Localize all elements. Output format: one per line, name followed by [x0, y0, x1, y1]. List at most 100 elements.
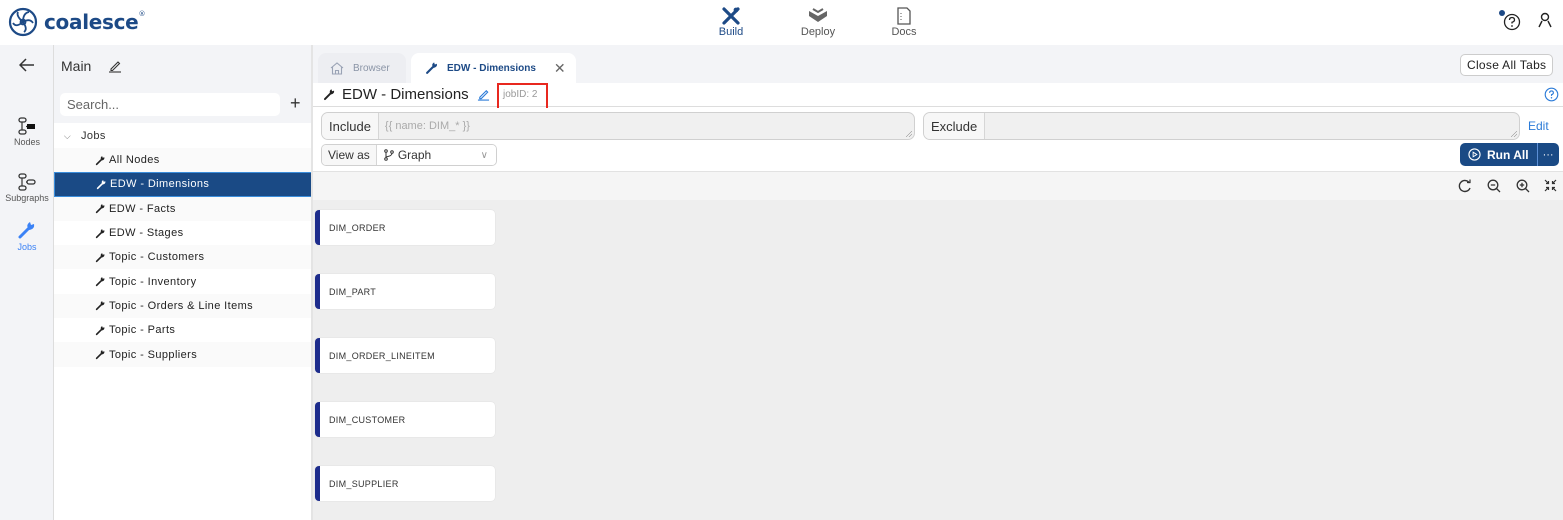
wrench-icon — [95, 252, 105, 263]
help-button[interactable] — [1499, 10, 1522, 32]
tree-group-label: Jobs — [81, 130, 106, 142]
docs-icon — [897, 7, 911, 25]
fit-view-icon[interactable] — [1544, 179, 1557, 192]
tree-item-label: EDW - Stages — [109, 227, 184, 240]
wrench-icon-wrap — [95, 203, 106, 214]
branch-name: Main — [61, 58, 92, 74]
edit-title-button[interactable] — [477, 88, 490, 101]
graph-branch-icon — [384, 149, 394, 161]
rail-item-subgraphs[interactable]: Subgraphs — [0, 173, 54, 203]
exclude-field[interactable]: Exclude — [923, 112, 1520, 140]
tools-icon — [722, 7, 740, 25]
tree-item[interactable]: EDW - Facts — [54, 196, 313, 221]
nav-docs[interactable]: Docs — [874, 6, 934, 38]
left-rail: Nodes Subgraphs Jobs — [0, 45, 54, 520]
wrench-icon-wrap — [96, 179, 107, 190]
view-as-select[interactable]: View as Graph ∨ — [321, 144, 497, 166]
wrench-icon — [95, 204, 105, 214]
edit-link[interactable]: Edit — [1528, 119, 1549, 133]
wrench-icon — [95, 301, 105, 311]
tree-item-label: All Nodes — [109, 154, 160, 167]
wrench-icon-wrap — [95, 349, 106, 360]
zoom-in-icon[interactable] — [1516, 179, 1530, 193]
help-icon[interactable] — [1544, 87, 1559, 102]
tree-item[interactable]: Topic - Orders & Line Items — [54, 293, 313, 319]
nav-deploy[interactable]: Deploy — [788, 6, 848, 38]
tree-item-label: Topic - Suppliers — [109, 348, 198, 361]
tree-item[interactable]: Topic - Customers — [54, 245, 313, 270]
add-job-button[interactable]: + — [290, 93, 301, 114]
logo[interactable]: coalesce® — [8, 7, 145, 37]
run-all-button-group: Run All ··· — [1460, 143, 1559, 166]
tree-item[interactable]: Topic - Suppliers — [54, 342, 313, 367]
wrench-icon-wrap — [95, 300, 106, 311]
view-as-dropdown[interactable]: Graph ∨ — [376, 145, 496, 165]
wrench-icon-wrap — [95, 155, 106, 166]
filter-panel: Include {{ name: DIM_* }} Exclude Edit V… — [313, 108, 1563, 170]
edit-pencil-icon[interactable] — [108, 59, 122, 73]
main-area: Browser EDW - Dimensions ✕ Close All Tab… — [313, 45, 1563, 520]
exclude-input[interactable] — [985, 113, 1519, 139]
refresh-icon[interactable] — [1458, 179, 1472, 193]
tree-item-label: Topic - Inventory — [109, 275, 197, 288]
wrench-icon — [95, 155, 105, 165]
wrench-icon — [95, 325, 105, 335]
tab-browser[interactable]: Browser — [318, 53, 406, 83]
tree-item[interactable]: EDW - Dimensions — [54, 172, 313, 197]
view-as-label: View as — [322, 145, 377, 165]
tab-browser-label: Browser — [353, 62, 390, 74]
graph-canvas[interactable]: DIM_ORDER DIM_PART DIM_ORDER_LINEITEM DIM_C… — [313, 200, 1563, 520]
wrench-icon-wrap — [95, 228, 106, 239]
panel-header: Main — [54, 45, 313, 88]
tree-group-jobs[interactable]: ⌵ Jobs — [54, 124, 313, 148]
nav-deploy-label: Deploy — [800, 26, 836, 38]
tree-item[interactable]: All Nodes — [54, 148, 313, 173]
top-nav: coalesce® Build Deploy Docs — [0, 0, 1563, 45]
wrench-icon — [95, 228, 105, 238]
nav-build[interactable]: Build — [701, 6, 761, 38]
graph-node[interactable]: DIM_ORDER — [315, 210, 495, 245]
run-all-label: Run All — [1487, 147, 1529, 162]
run-options-button[interactable]: ··· — [1536, 143, 1559, 166]
help-icon — [1503, 13, 1521, 31]
search-row: + — [54, 88, 313, 123]
wrench-icon-wrap — [95, 325, 106, 336]
graph-node[interactable]: DIM_PART — [315, 274, 495, 309]
play-circle-icon — [1468, 148, 1481, 161]
rail-item-jobs[interactable]: Jobs — [0, 220, 54, 252]
graph-node[interactable]: DIM_SUPPLIER — [315, 466, 495, 501]
resize-handle-icon[interactable] — [906, 131, 912, 137]
user-icon[interactable] — [1538, 12, 1552, 28]
page-title-text: EDW - Dimensions — [342, 86, 469, 103]
tab-bar: Browser EDW - Dimensions ✕ Close All Tab… — [313, 45, 1563, 83]
wrench-icon — [96, 180, 106, 190]
rail-item-nodes[interactable]: Nodes — [0, 117, 54, 147]
tree-item[interactable]: EDW - Stages — [54, 221, 313, 245]
include-field[interactable]: Include {{ name: DIM_* }} — [321, 112, 915, 140]
exclude-label: Exclude — [924, 113, 986, 139]
back-arrow-icon[interactable] — [19, 58, 35, 72]
run-all-button[interactable]: Run All — [1460, 143, 1537, 166]
wrench-icon — [323, 89, 335, 101]
highlight-box — [497, 83, 548, 110]
include-input[interactable]: {{ name: DIM_* }} — [379, 113, 914, 139]
resize-handle-icon[interactable] — [1511, 131, 1517, 137]
coalesce-logo-icon — [8, 7, 38, 37]
chevron-down-icon[interactable]: ⌵ — [54, 131, 81, 142]
wrench-icon-wrap — [95, 276, 106, 287]
close-tab-icon[interactable]: ✕ — [554, 60, 566, 77]
graph-node[interactable]: DIM_ORDER_LINEITEM — [315, 338, 495, 373]
graph-node[interactable]: DIM_CUSTOMER — [315, 402, 495, 437]
tree-item-label: EDW - Dimensions — [110, 178, 210, 191]
nav-docs-label: Docs — [891, 26, 917, 38]
jobs-panel: Main + ⌵ Jobs All Nodes EDW - Dimensions E… — [54, 45, 313, 520]
zoom-out-icon[interactable] — [1487, 179, 1501, 193]
tree-item[interactable]: Topic - Inventory — [54, 269, 313, 293]
wrench-icon — [95, 277, 105, 287]
close-all-tabs-button[interactable]: Close All Tabs — [1460, 54, 1554, 76]
search-input[interactable] — [60, 93, 280, 116]
subgraphs-icon — [18, 173, 36, 191]
tree-item[interactable]: Topic - Parts — [54, 318, 313, 342]
wrench-icon — [18, 222, 35, 239]
tab-edw-dimensions[interactable]: EDW - Dimensions ✕ — [411, 53, 576, 83]
